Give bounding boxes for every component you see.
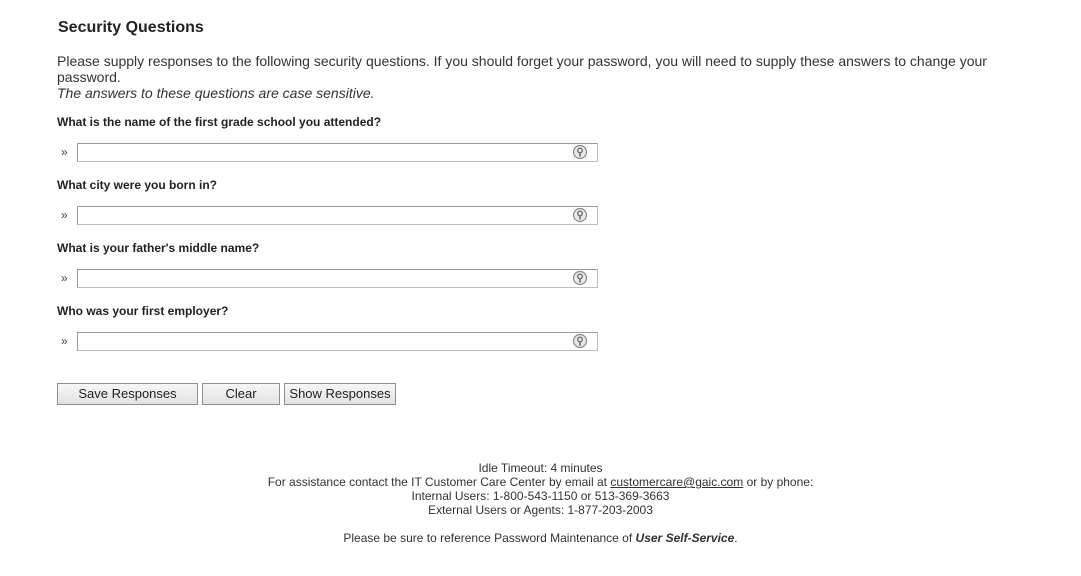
save-responses-button[interactable]: Save Responses	[57, 383, 198, 405]
assistance-suffix: or by phone:	[746, 475, 814, 489]
show-responses-button[interactable]: Show Responses	[284, 383, 396, 405]
app-name: User Self-Service	[635, 531, 735, 545]
field-marker: »	[61, 145, 68, 159]
question-2-row: »	[57, 206, 602, 226]
key-icon[interactable]	[572, 144, 588, 160]
field-marker: »	[61, 334, 68, 348]
support-email-link[interactable]: customercare@gaic.com	[610, 475, 743, 489]
question-3-label: What is your father's middle name?	[57, 241, 260, 255]
footer: Idle Timeout: 4 minutes For assistance c…	[0, 461, 1081, 545]
question-4-row: »	[57, 332, 602, 352]
question-1-row: »	[57, 143, 602, 163]
reference-prefix: Please be sure to reference Password Mai…	[343, 531, 633, 545]
reference-suffix: .	[734, 531, 738, 545]
internal-phone: Internal Users: 1-800-543-1150 or 513-36…	[411, 489, 670, 503]
case-sensitive-note: The answers to these questions are case …	[57, 85, 375, 101]
key-icon[interactable]	[572, 270, 588, 286]
intro-text: Please supply responses to the following…	[57, 53, 1027, 101]
assistance-line: For assistance contact the IT Customer C…	[0, 475, 1081, 489]
question-2-label: What city were you born in?	[57, 178, 218, 192]
key-icon[interactable]	[572, 333, 588, 349]
external-phone: External Users or Agents: 1-877-203-2003	[428, 503, 653, 517]
field-marker: »	[61, 208, 68, 222]
question-3-row: »	[57, 269, 602, 289]
answer-4-input[interactable]	[77, 332, 598, 351]
reference-note: Please be sure to reference Password Mai…	[0, 531, 1081, 545]
idle-timeout: Idle Timeout: 4 minutes	[478, 461, 603, 475]
answer-2-input[interactable]	[77, 206, 598, 225]
key-icon[interactable]	[572, 207, 588, 223]
field-marker: »	[61, 271, 68, 285]
question-4-label: Who was your first employer?	[57, 304, 229, 318]
page-title: Security Questions	[58, 19, 204, 36]
question-1-label: What is the name of the first grade scho…	[57, 115, 382, 129]
answer-1-input[interactable]	[77, 143, 598, 162]
clear-button[interactable]: Clear	[202, 383, 280, 405]
answer-3-input[interactable]	[77, 269, 598, 288]
intro-instructions: Please supply responses to the following…	[57, 53, 987, 85]
assistance-prefix: For assistance contact the IT Customer C…	[267, 475, 607, 489]
